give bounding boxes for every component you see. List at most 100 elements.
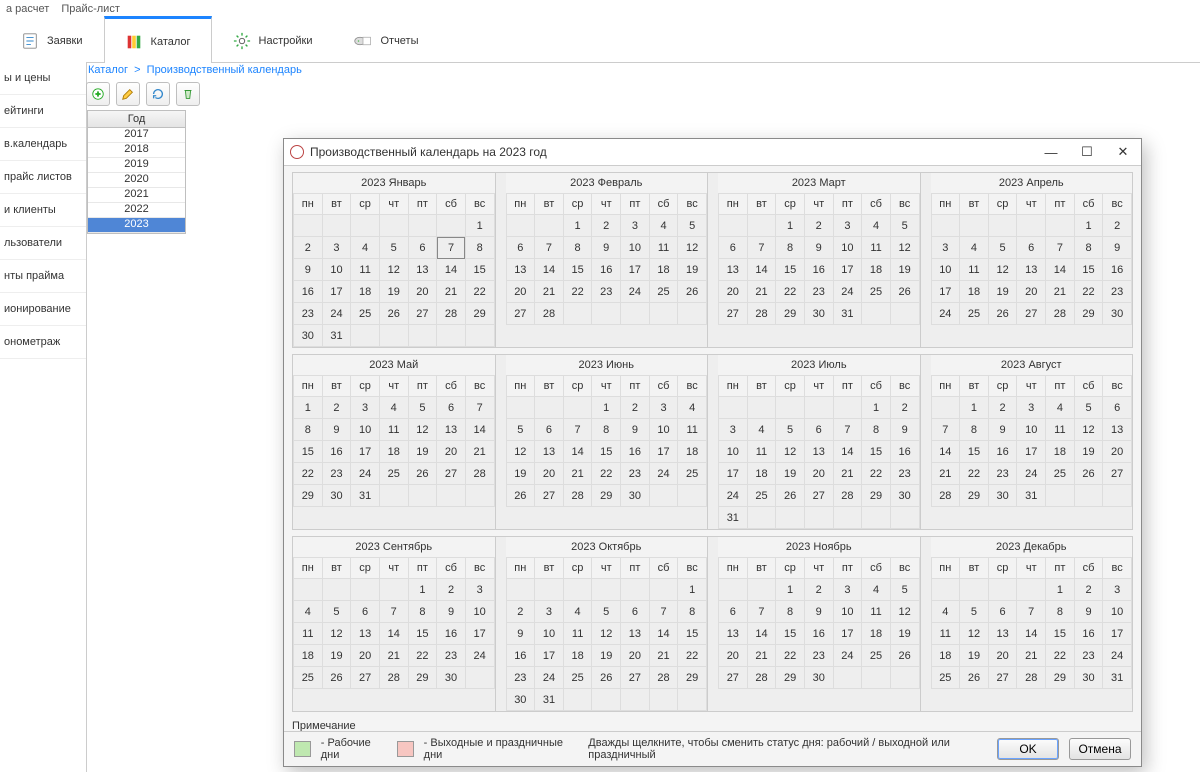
day-cell[interactable]: 28 — [747, 667, 776, 689]
day-cell[interactable]: 9 — [437, 601, 466, 623]
day-cell[interactable]: 30 — [804, 667, 833, 689]
day-cell[interactable]: 23 — [437, 645, 466, 667]
day-cell[interactable]: 20 — [535, 463, 564, 485]
day-cell[interactable]: 22 — [465, 281, 494, 303]
day-cell[interactable]: 5 — [322, 601, 351, 623]
minimize-button[interactable]: — — [1033, 139, 1069, 165]
day-cell[interactable]: 31 — [1103, 667, 1132, 689]
day-cell[interactable]: 13 — [988, 623, 1017, 645]
day-cell[interactable]: 23 — [804, 645, 833, 667]
day-cell[interactable]: 3 — [931, 237, 960, 259]
day-cell[interactable]: 8 — [862, 419, 891, 441]
day-cell[interactable]: 10 — [649, 419, 678, 441]
day-cell[interactable]: 9 — [506, 623, 535, 645]
day-cell[interactable]: 16 — [890, 441, 919, 463]
day-cell[interactable]: 18 — [862, 623, 891, 645]
day-cell[interactable]: 7 — [379, 601, 408, 623]
day-cell[interactable]: 12 — [592, 623, 621, 645]
day-cell[interactable]: 20 — [988, 645, 1017, 667]
day-cell[interactable]: 11 — [862, 237, 891, 259]
day-cell[interactable]: 25 — [960, 303, 989, 325]
day-cell[interactable]: 8 — [678, 601, 707, 623]
day-cell[interactable]: 6 — [408, 237, 437, 259]
day-cell[interactable]: 22 — [408, 645, 437, 667]
day-cell[interactable]: 25 — [649, 281, 678, 303]
day-cell[interactable]: 27 — [719, 303, 748, 325]
day-cell[interactable]: 20 — [1103, 441, 1132, 463]
day-cell[interactable]: 5 — [506, 419, 535, 441]
day-cell[interactable]: 23 — [621, 463, 650, 485]
add-button[interactable] — [86, 82, 110, 106]
day-cell[interactable]: 9 — [804, 601, 833, 623]
day-cell[interactable]: 20 — [719, 645, 748, 667]
day-cell[interactable]: 17 — [621, 259, 650, 281]
day-cell[interactable]: 30 — [804, 303, 833, 325]
edit-button[interactable] — [116, 82, 140, 106]
ok-button[interactable]: OK — [997, 738, 1059, 760]
day-cell[interactable]: 31 — [322, 325, 351, 347]
day-cell[interactable]: 19 — [592, 645, 621, 667]
day-cell[interactable]: 10 — [621, 237, 650, 259]
day-cell[interactable]: 31 — [535, 689, 564, 711]
day-cell[interactable]: 27 — [351, 667, 380, 689]
day-cell[interactable]: 23 — [1103, 281, 1132, 303]
day-cell[interactable]: 19 — [506, 463, 535, 485]
day-cell[interactable]: 17 — [465, 623, 494, 645]
day-cell[interactable]: 11 — [379, 419, 408, 441]
day-cell[interactable]: 8 — [563, 237, 592, 259]
day-cell[interactable]: 19 — [890, 623, 919, 645]
day-cell[interactable]: 27 — [408, 303, 437, 325]
breadcrumb-current[interactable]: Производственный календарь — [147, 64, 302, 76]
day-cell[interactable]: 18 — [862, 259, 891, 281]
day-cell[interactable]: 15 — [776, 623, 805, 645]
year-row[interactable]: 2020 — [88, 173, 185, 188]
day-cell[interactable]: 14 — [437, 259, 466, 281]
day-cell[interactable]: 1 — [1074, 215, 1103, 237]
year-row[interactable]: 2021 — [88, 188, 185, 203]
day-cell[interactable]: 2 — [1074, 579, 1103, 601]
day-cell[interactable]: 17 — [833, 623, 862, 645]
day-cell[interactable]: 21 — [563, 463, 592, 485]
day-cell[interactable]: 4 — [1046, 397, 1075, 419]
day-cell[interactable]: 2 — [890, 397, 919, 419]
day-cell[interactable]: 21 — [437, 281, 466, 303]
day-cell[interactable]: 20 — [719, 281, 748, 303]
day-cell[interactable]: 4 — [931, 601, 960, 623]
day-cell[interactable]: 13 — [719, 623, 748, 645]
day-cell[interactable]: 12 — [678, 237, 707, 259]
day-cell[interactable]: 3 — [833, 579, 862, 601]
day-cell[interactable]: 21 — [1017, 645, 1046, 667]
day-cell[interactable]: 27 — [437, 463, 466, 485]
day-cell[interactable]: 3 — [621, 215, 650, 237]
day-cell[interactable]: 20 — [1017, 281, 1046, 303]
day-cell[interactable]: 26 — [960, 667, 989, 689]
day-cell[interactable]: 21 — [465, 441, 494, 463]
day-cell[interactable]: 30 — [322, 485, 351, 507]
day-cell[interactable]: 14 — [747, 623, 776, 645]
day-cell[interactable]: 17 — [322, 281, 351, 303]
day-cell[interactable]: 18 — [294, 645, 323, 667]
year-row[interactable]: 2018 — [88, 143, 185, 158]
day-cell[interactable]: 26 — [379, 303, 408, 325]
day-cell[interactable]: 9 — [804, 237, 833, 259]
day-cell[interactable]: 6 — [535, 419, 564, 441]
day-cell[interactable]: 14 — [535, 259, 564, 281]
day-cell[interactable]: 21 — [379, 645, 408, 667]
day-cell[interactable]: 7 — [535, 237, 564, 259]
day-cell[interactable]: 15 — [563, 259, 592, 281]
day-cell[interactable]: 4 — [960, 237, 989, 259]
day-cell[interactable]: 14 — [747, 259, 776, 281]
day-cell[interactable]: 15 — [408, 623, 437, 645]
day-cell[interactable]: 16 — [988, 441, 1017, 463]
day-cell[interactable]: 30 — [1103, 303, 1132, 325]
day-cell[interactable]: 5 — [890, 215, 919, 237]
day-cell[interactable]: 21 — [535, 281, 564, 303]
day-cell[interactable]: 16 — [437, 623, 466, 645]
day-cell[interactable]: 25 — [931, 667, 960, 689]
day-cell[interactable]: 16 — [592, 259, 621, 281]
day-cell[interactable]: 11 — [351, 259, 380, 281]
day-cell[interactable]: 29 — [1046, 667, 1075, 689]
day-cell[interactable]: 11 — [294, 623, 323, 645]
day-cell[interactable]: 16 — [322, 441, 351, 463]
day-cell[interactable]: 3 — [1017, 397, 1046, 419]
